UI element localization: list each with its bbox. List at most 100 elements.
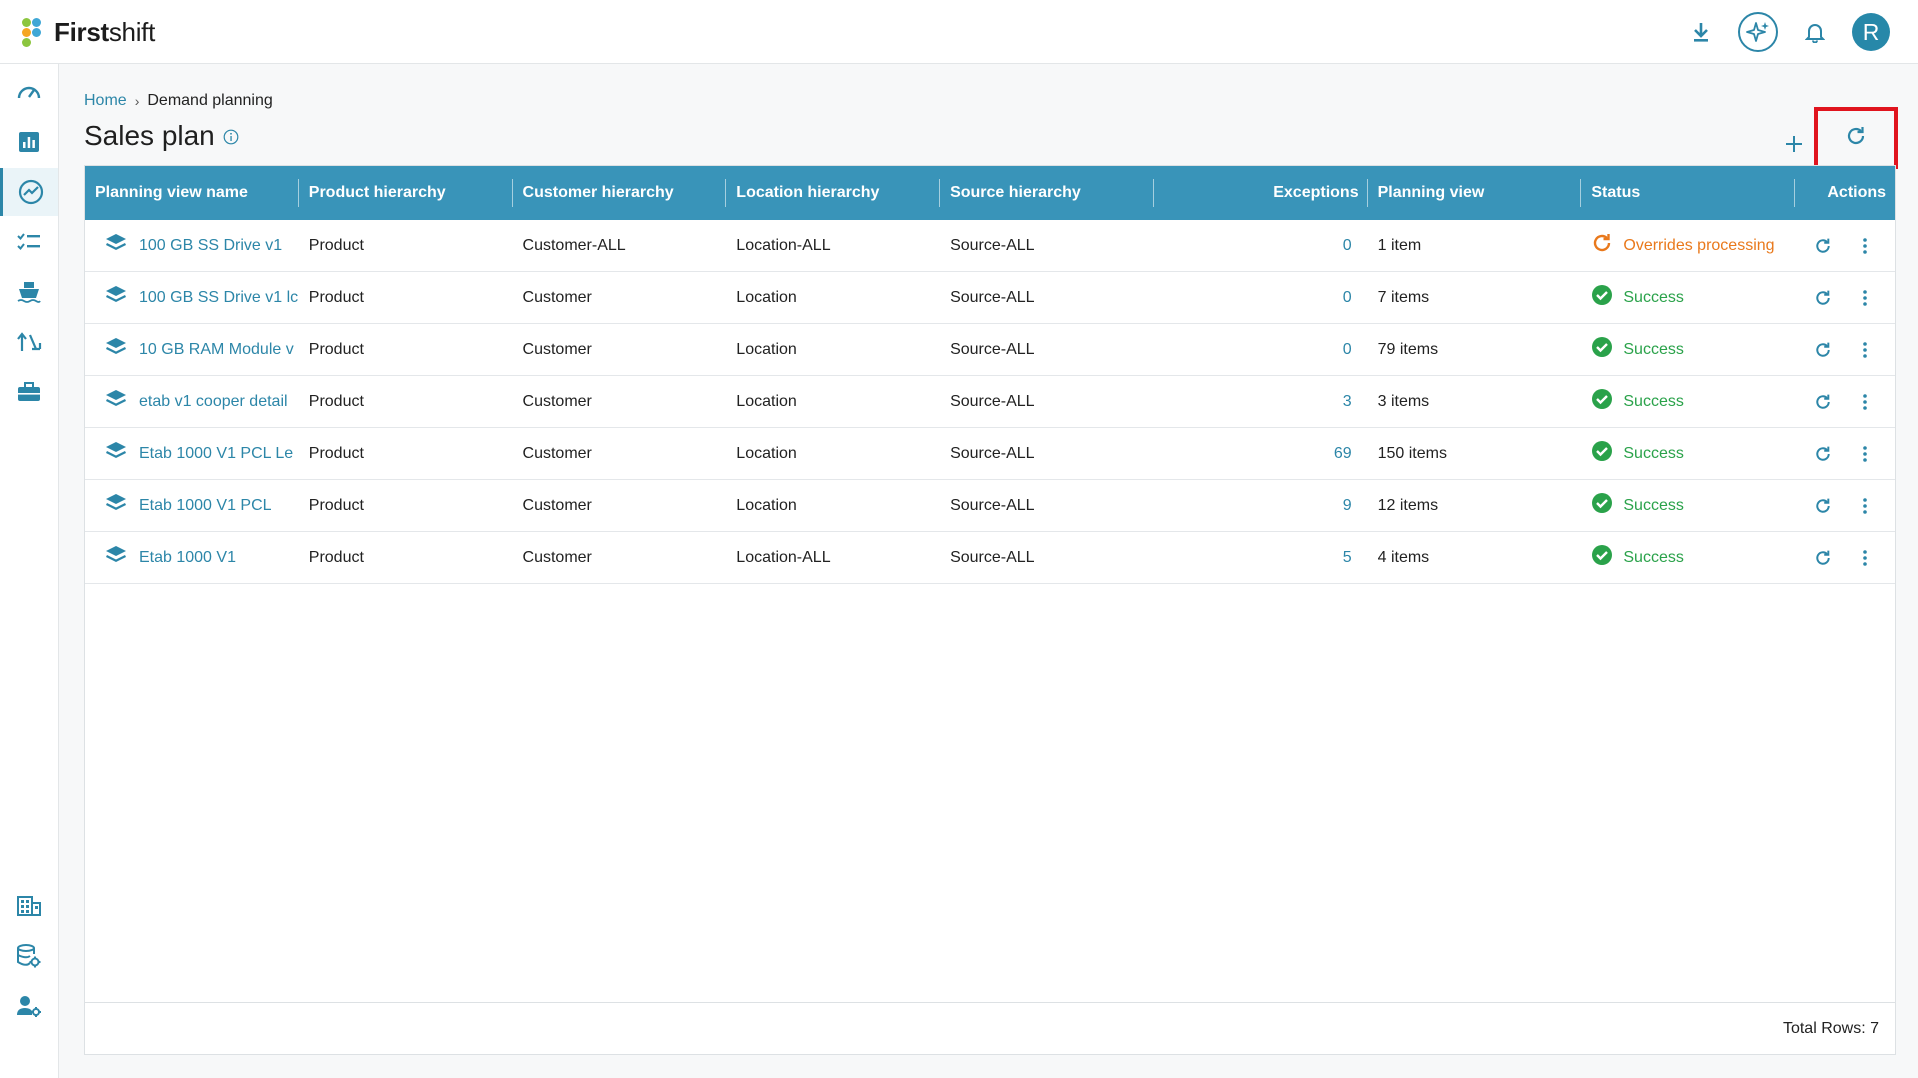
more-options-icon[interactable] [1855,546,1875,570]
row-refresh-icon[interactable] [1813,494,1833,518]
planning-view-link[interactable]: 10 GB RAM Module v [139,341,294,359]
planning-view-link[interactable]: Etab 1000 V1 [139,549,236,567]
column-header[interactable]: Actions [1795,166,1895,220]
exceptions-link[interactable]: 0 [1154,289,1368,307]
location-hierarchy-cell: Location-ALL [736,236,831,254]
more-options-icon[interactable] [1855,442,1875,466]
planning-view-count-cell: 150 items [1377,444,1447,462]
exceptions-link[interactable]: 3 [1154,393,1368,411]
planning-view-name-cell: Etab 1000 V1 [85,544,299,571]
column-header[interactable]: Planning view name [85,166,299,220]
dashboard-gauge-icon[interactable] [0,68,58,116]
more-options-icon[interactable] [1855,494,1875,518]
info-icon[interactable] [223,120,239,152]
status-badge: Overrides processing [1591,232,1795,259]
checklist-icon[interactable] [0,218,58,266]
column-header[interactable]: Source hierarchy [940,166,1154,220]
actions-cell [1795,234,1895,258]
page-title-wrap: Sales plan [84,120,239,152]
ship-icon[interactable] [0,268,58,316]
status-cell: Success [1581,440,1795,467]
planning-view-link[interactable]: Etab 1000 V1 PCL [139,497,272,515]
refresh-button[interactable] [1814,107,1898,169]
success-check-icon [1591,544,1613,571]
column-header[interactable]: Planning view [1368,166,1582,220]
building-icon[interactable] [0,882,58,930]
source-hierarchy-cell: Source-ALL [950,288,1035,306]
column-header[interactable]: Exceptions [1154,166,1368,220]
customer-hierarchy-cell: Customer [522,444,592,462]
total-rows: Total Rows: 7 [1782,1019,1879,1037]
location-hierarchy-cell: Location [736,288,797,306]
more-options-icon[interactable] [1855,234,1875,258]
location-hierarchy-cell: Location [736,340,797,358]
layers-icon [105,284,127,311]
column-header[interactable]: Customer hierarchy [513,166,727,220]
planning-view-link[interactable]: 100 GB SS Drive v1 lc [139,289,298,307]
planning-view-name-cell: 10 GB RAM Module v [85,336,299,363]
planning-view-link[interactable]: Etab 1000 V1 PCL Le [139,445,293,463]
more-options-icon[interactable] [1855,390,1875,414]
processing-icon [1591,232,1613,259]
user-settings-icon[interactable] [0,982,58,1030]
product-hierarchy-cell: Product [308,496,364,514]
breadcrumb: Home › Demand planning [84,92,273,110]
route-icon[interactable] [0,318,58,366]
status-badge: Success [1591,492,1795,519]
success-check-icon [1591,492,1613,519]
status-badge: Success [1591,284,1795,311]
breadcrumb-home-link[interactable]: Home [84,92,127,110]
column-header[interactable]: Product hierarchy [299,166,513,220]
table-row[interactable]: Etab 1000 V1 PCL Le Product Customer Locati… [85,428,1895,480]
planning-view-count-cell: 12 items [1377,496,1439,514]
exceptions-link[interactable]: 9 [1154,497,1368,515]
exceptions-link[interactable]: 0 [1154,341,1368,359]
table-row[interactable]: Etab 1000 V1 PCL Product Customer Location S… [85,480,1895,532]
bar-chart-icon[interactable] [0,118,58,166]
actions-cell [1795,390,1895,414]
more-options-icon[interactable] [1855,338,1875,362]
logo-mark-icon [22,16,48,48]
row-refresh-icon[interactable] [1813,546,1833,570]
briefcase-icon[interactable] [0,368,58,416]
layers-icon [105,232,127,259]
exceptions-link[interactable]: 5 [1154,549,1368,567]
row-refresh-icon[interactable] [1813,338,1833,362]
exceptions-link[interactable]: 0 [1154,237,1368,255]
status-text: Success [1623,340,1684,358]
exceptions-link[interactable]: 69 [1154,445,1368,463]
column-header[interactable]: Location hierarchy [726,166,940,220]
planning-view-link[interactable]: etab v1 cooper detail [139,393,288,411]
table-header: Planning view name Product hierarchy Cus… [85,166,1895,220]
actions-cell [1795,286,1895,310]
ai-sparkle-icon[interactable] [1738,12,1778,52]
success-check-icon [1591,440,1613,467]
trend-icon[interactable] [0,168,58,216]
table-row[interactable]: etab v1 cooper detail Product Customer Loca… [85,376,1895,428]
table-row[interactable]: 100 GB SS Drive v1 Product Customer-ALL Loc… [85,220,1895,272]
table-row[interactable]: Etab 1000 V1 Product Customer Location-ALL S… [85,532,1895,584]
status-text: Overrides processing [1623,236,1775,254]
location-hierarchy-cell: Location [736,444,797,462]
status-badge: Success [1591,388,1795,415]
status-text: Success [1623,392,1684,410]
planning-view-name-cell: 100 GB SS Drive v1 [85,232,299,259]
planning-view-count-cell: 7 items [1377,288,1430,306]
add-button[interactable] [1774,124,1814,164]
row-refresh-icon[interactable] [1813,390,1833,414]
row-refresh-icon[interactable] [1813,442,1833,466]
planning-view-count-cell: 3 items [1377,392,1430,410]
download-icon[interactable] [1686,17,1716,47]
table-row[interactable]: 10 GB RAM Module v Product Customer Locatio… [85,324,1895,376]
firstshift-logo[interactable]: Firstshift [22,14,155,50]
row-refresh-icon[interactable] [1813,286,1833,310]
column-header[interactable]: Status [1581,166,1795,220]
bell-icon[interactable] [1800,17,1830,47]
avatar[interactable]: R [1852,13,1890,51]
row-refresh-icon[interactable] [1813,234,1833,258]
planning-view-link[interactable]: 100 GB SS Drive v1 [139,237,282,255]
table-row[interactable]: 100 GB SS Drive v1 lc Product Customer Loca… [85,272,1895,324]
database-settings-icon[interactable] [0,932,58,980]
customer-hierarchy-cell: Customer [522,392,592,410]
more-options-icon[interactable] [1855,286,1875,310]
